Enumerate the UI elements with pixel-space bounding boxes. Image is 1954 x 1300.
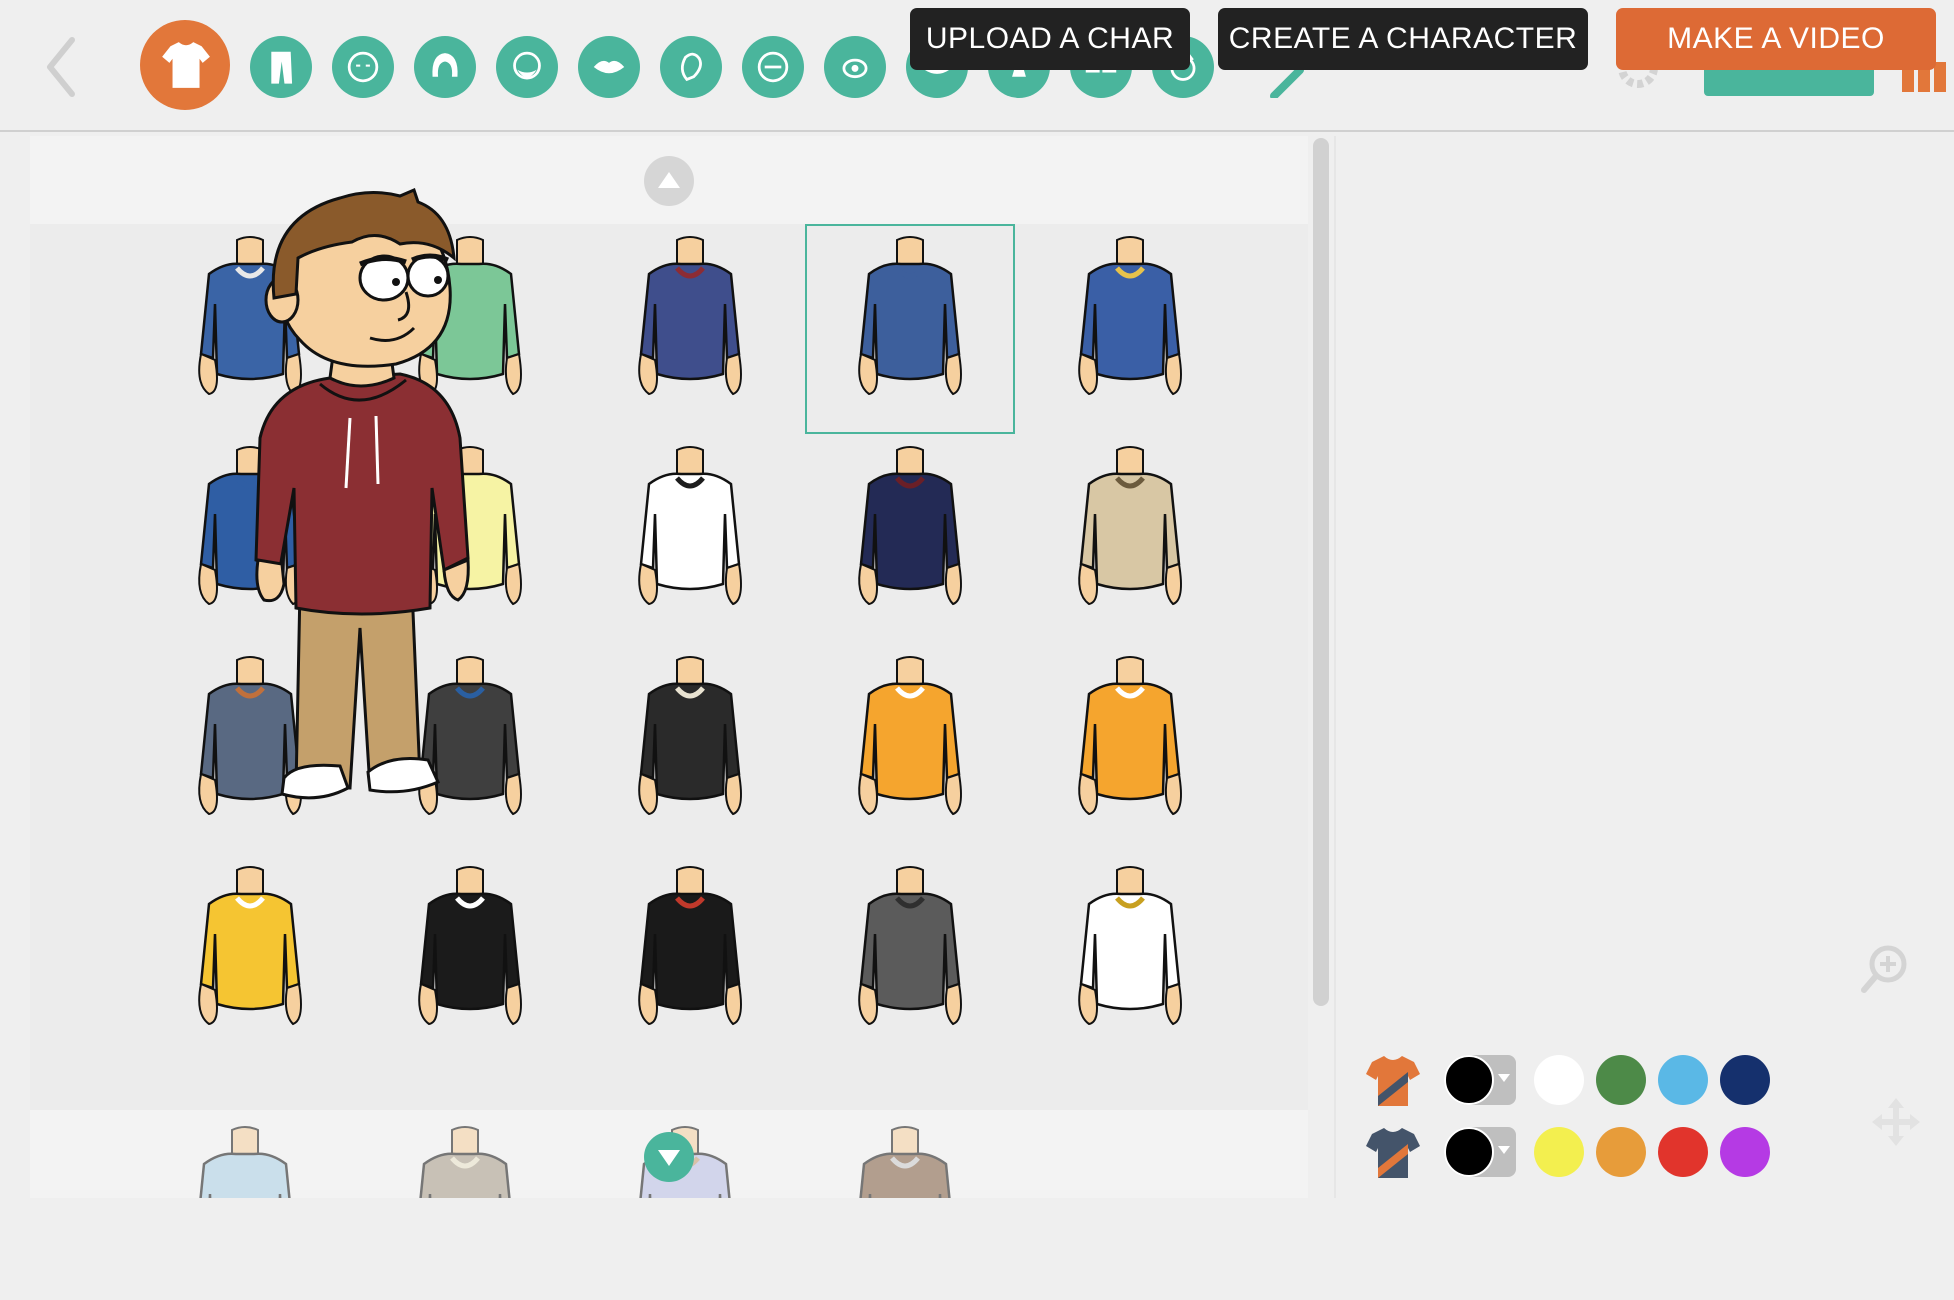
color-swatch[interactable] [1720,1055,1770,1105]
hoodie-blue-thumb [858,236,962,396]
facial-hair-icon[interactable] [496,36,558,98]
selected-color-swatch [1444,1127,1494,1177]
item-vest-beige[interactable] [360,1114,570,1198]
tuxedo-white-thumb [638,446,742,606]
color-swatch[interactable] [1596,1127,1646,1177]
ear-icon[interactable] [660,36,722,98]
scroll-up-icon[interactable] [644,156,694,206]
color-swatch[interactable] [1720,1127,1770,1177]
jacket-brown-thumb [859,1126,951,1198]
move-icon[interactable] [1868,1094,1924,1150]
eye-icon[interactable] [824,36,886,98]
hair-icon[interactable] [414,36,476,98]
make-video-button[interactable]: MAKE A VIDEO [1616,8,1936,70]
pencil-icon[interactable] [1270,66,1314,100]
item-skull-tshirt[interactable] [365,854,575,1064]
zoom-in-icon[interactable] [1858,940,1914,996]
create-character-button[interactable]: CREATE A CHARACTER [1218,8,1588,70]
back-arrow-icon[interactable] [36,30,86,104]
item-sweater-lightblue[interactable] [140,1114,350,1198]
selected-color-swatch [1444,1055,1494,1105]
eyebrow-icon[interactable] [742,36,804,98]
character-stage [1340,136,1954,1300]
item-jersey-orange-0[interactable] [1025,644,1235,854]
item-camo-uniform[interactable] [1025,434,1235,644]
leather-jacket-thumb [638,866,742,1026]
zombie-suit-thumb [638,656,742,816]
item-jersey-yellow-1[interactable] [145,854,355,1064]
upper-body-icon[interactable] [140,20,230,110]
chain-tshirt-thumb [1078,866,1182,1026]
item-jacket-brown[interactable] [800,1114,1010,1198]
color-swatch[interactable] [1596,1055,1646,1105]
face-shape-icon[interactable] [332,36,394,98]
item-jersey-orange-8[interactable] [805,644,1015,854]
item-hoodie-blue[interactable] [805,224,1015,434]
lower-body-icon[interactable] [250,36,312,98]
camo-uniform-thumb [1078,446,1182,606]
scrollbar-thumb[interactable] [1313,138,1329,1006]
scroll-down-icon[interactable] [644,1132,694,1182]
jersey-orange-8-thumb [858,656,962,816]
chevron-down-icon [1498,1146,1510,1154]
color-swatch[interactable] [1534,1055,1584,1105]
upload-char-button[interactable]: UPLOAD A CHAR [910,8,1190,70]
item-chain-tshirt[interactable] [1025,854,1235,1064]
mouth-icon[interactable] [578,36,640,98]
chevron-down-icon [1498,1074,1510,1082]
color-swatch[interactable] [1534,1127,1584,1177]
top-toolbar: PREVIEW UPLOAD A CHAR CREATE A CHARACTER… [0,0,1954,132]
item-ninja-robe[interactable] [805,854,1015,1064]
item-tuxedo-white[interactable] [585,434,795,644]
color-swatch[interactable] [1658,1127,1708,1177]
jersey-yellow-1-thumb [198,866,302,1026]
sweater-lightblue-thumb [199,1126,291,1198]
item-leather-jacket[interactable] [585,854,795,1064]
item-police-shirt[interactable] [1025,224,1235,434]
color-picker-dropdown[interactable] [1444,1127,1516,1177]
color-picker-dropdown[interactable] [1444,1055,1516,1105]
jersey-orange-0-thumb [1078,656,1182,816]
panel-divider [1334,136,1336,1198]
ninja-robe-thumb [858,866,962,1026]
upper-body-secondary-icon[interactable] [1364,1124,1422,1180]
police-shirt-thumb [1078,236,1182,396]
vest-beige-thumb [419,1126,511,1198]
item-tuxedo-navy[interactable] [805,434,1015,644]
item-suit-jacket-navy[interactable] [585,224,795,434]
skull-tshirt-thumb [418,866,522,1026]
suit-jacket-navy-thumb [638,236,742,396]
item-zombie-suit[interactable] [585,644,795,854]
color-swatch[interactable] [1658,1055,1708,1105]
tuxedo-navy-thumb [858,446,962,606]
character-preview [200,187,530,828]
upper-body-primary-icon[interactable] [1364,1052,1422,1108]
